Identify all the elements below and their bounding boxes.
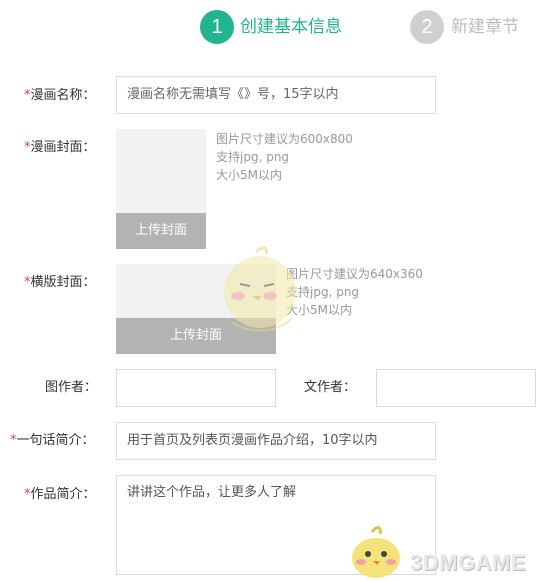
cover-upload-button[interactable]: 上传封面 (116, 213, 206, 249)
artist-label: 图作者： (45, 380, 98, 395)
tagline-label: *一句话简介： (10, 432, 95, 450)
cover-hint-size: 图片尺寸建议为600x800 (216, 132, 353, 146)
title-input[interactable]: 漫画名称无需填写《》号，15字以内 (116, 76, 436, 114)
title-label-text: 漫画名称： (30, 88, 96, 103)
writer-label: 文作者： (304, 380, 357, 395)
mascot-watermark-icon (224, 246, 296, 332)
step-1-number: 1 (200, 10, 234, 44)
cover-label: *漫画封面： (24, 139, 96, 157)
artist-input[interactable] (116, 369, 276, 407)
synopsis-label: *作品简介： (24, 486, 96, 504)
writer-input[interactable] (376, 369, 536, 407)
banner-label: *横版封面： (24, 274, 96, 292)
step-2-label[interactable]: 新建章节 (451, 14, 519, 40)
cover-label-text: 漫画封面： (30, 140, 96, 155)
cover-hint-filesize: 大小5M以内 (216, 168, 282, 182)
banner-hint-size: 图片尺寸建议为640x360 (286, 267, 423, 281)
mascot-logo-icon (352, 526, 400, 578)
step-1-label[interactable]: 创建基本信息 (240, 14, 342, 40)
tagline-input[interactable]: 用于首页及列表页漫画作品介绍，10字以内 (116, 422, 436, 460)
cover-hint-format: 支持jpg, png (216, 150, 290, 164)
banner-label-text: 横版封面： (30, 275, 96, 290)
tagline-label-text: 一句话简介： (16, 433, 95, 448)
synopsis-label-text: 作品简介： (30, 487, 96, 502)
watermark-text: 3DMGAME (410, 550, 526, 575)
step-2-number: 2 (410, 10, 444, 44)
cover-upload-area[interactable]: 上传封面 (116, 129, 206, 249)
title-label: *漫画名称： (24, 87, 96, 105)
